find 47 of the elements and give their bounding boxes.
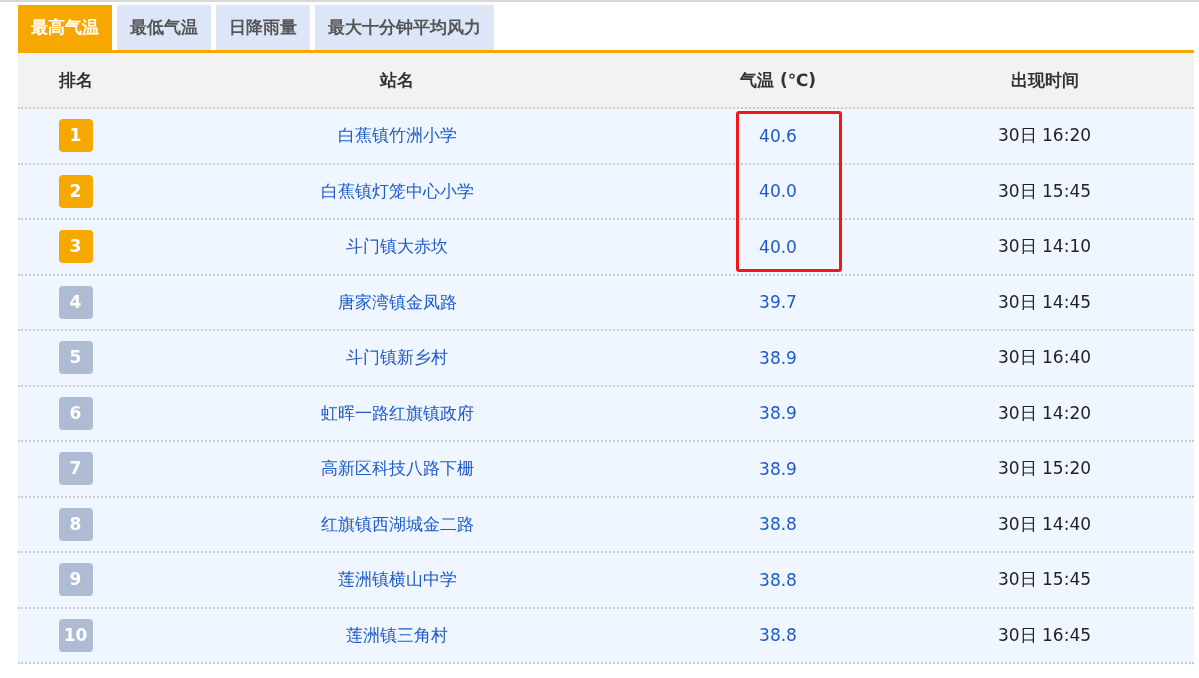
station-link[interactable]: 莲洲镇三角村 [346, 623, 448, 647]
temperature-value: 40.0 [759, 236, 797, 257]
column-header: 气温 (℃) [739, 68, 816, 92]
column-header: 排名 [58, 68, 93, 92]
temperature-value: 38.8 [759, 625, 797, 646]
station-link[interactable]: 斗门镇新乡村 [346, 346, 448, 370]
temperature-value: 38.8 [759, 569, 797, 590]
rank-badge: 2 [58, 174, 93, 208]
temperature-value: 40.0 [759, 181, 797, 202]
station-link[interactable]: 红旗镇西湖城金二路 [320, 512, 474, 536]
column-header: 出现时间 [1010, 68, 1079, 92]
station-link[interactable]: 斗门镇大赤坎 [346, 235, 448, 259]
rank-badge: 8 [58, 507, 93, 541]
rank-badge: 1 [58, 119, 93, 153]
rank-badge: 5 [58, 341, 93, 375]
time-text: 30日 14:45 [998, 290, 1091, 314]
temperature-value: 38.9 [759, 347, 797, 368]
tab[interactable]: 日降雨量 [216, 5, 310, 50]
station-link[interactable]: 唐家湾镇金凤路 [337, 290, 457, 314]
station-link[interactable]: 白蕉镇灯笼中心小学 [320, 179, 474, 203]
time-text: 30日 14:10 [998, 235, 1091, 259]
time-text: 30日 16:40 [998, 346, 1091, 370]
rank-badge: 9 [58, 563, 93, 597]
rank-badge: 3 [58, 230, 93, 264]
tab[interactable]: 最大十分钟平均风力 [315, 5, 494, 50]
time-text: 30日 14:20 [998, 401, 1091, 425]
temperature-value: 40.6 [759, 125, 797, 146]
time-text: 30日 16:45 [998, 623, 1091, 647]
time-text: 30日 15:20 [998, 457, 1091, 481]
station-link[interactable]: 虹晖一路红旗镇政府 [320, 401, 474, 425]
time-text: 30日 16:20 [998, 124, 1091, 148]
rank-badge: 4 [58, 285, 93, 319]
station-link[interactable]: 高新区科技八路下栅 [320, 457, 474, 481]
temperature-value: 38.9 [759, 458, 797, 479]
station-link[interactable]: 白蕉镇竹洲小学 [337, 124, 457, 148]
column-header: 站名 [380, 68, 414, 92]
time-text: 30日 15:45 [998, 179, 1091, 203]
tab[interactable]: 最低气温 [117, 5, 211, 50]
temperature-value: 39.7 [759, 292, 797, 313]
rank-badge: 7 [58, 452, 93, 486]
temperature-value: 38.8 [759, 514, 797, 535]
time-text: 30日 14:40 [998, 512, 1091, 536]
rank-badge: 6 [58, 396, 93, 430]
rank-badge: 10 [58, 618, 93, 652]
time-text: 30日 15:45 [998, 568, 1091, 592]
station-link[interactable]: 莲洲镇横山中学 [337, 568, 457, 592]
temperature-value: 38.9 [759, 403, 797, 424]
